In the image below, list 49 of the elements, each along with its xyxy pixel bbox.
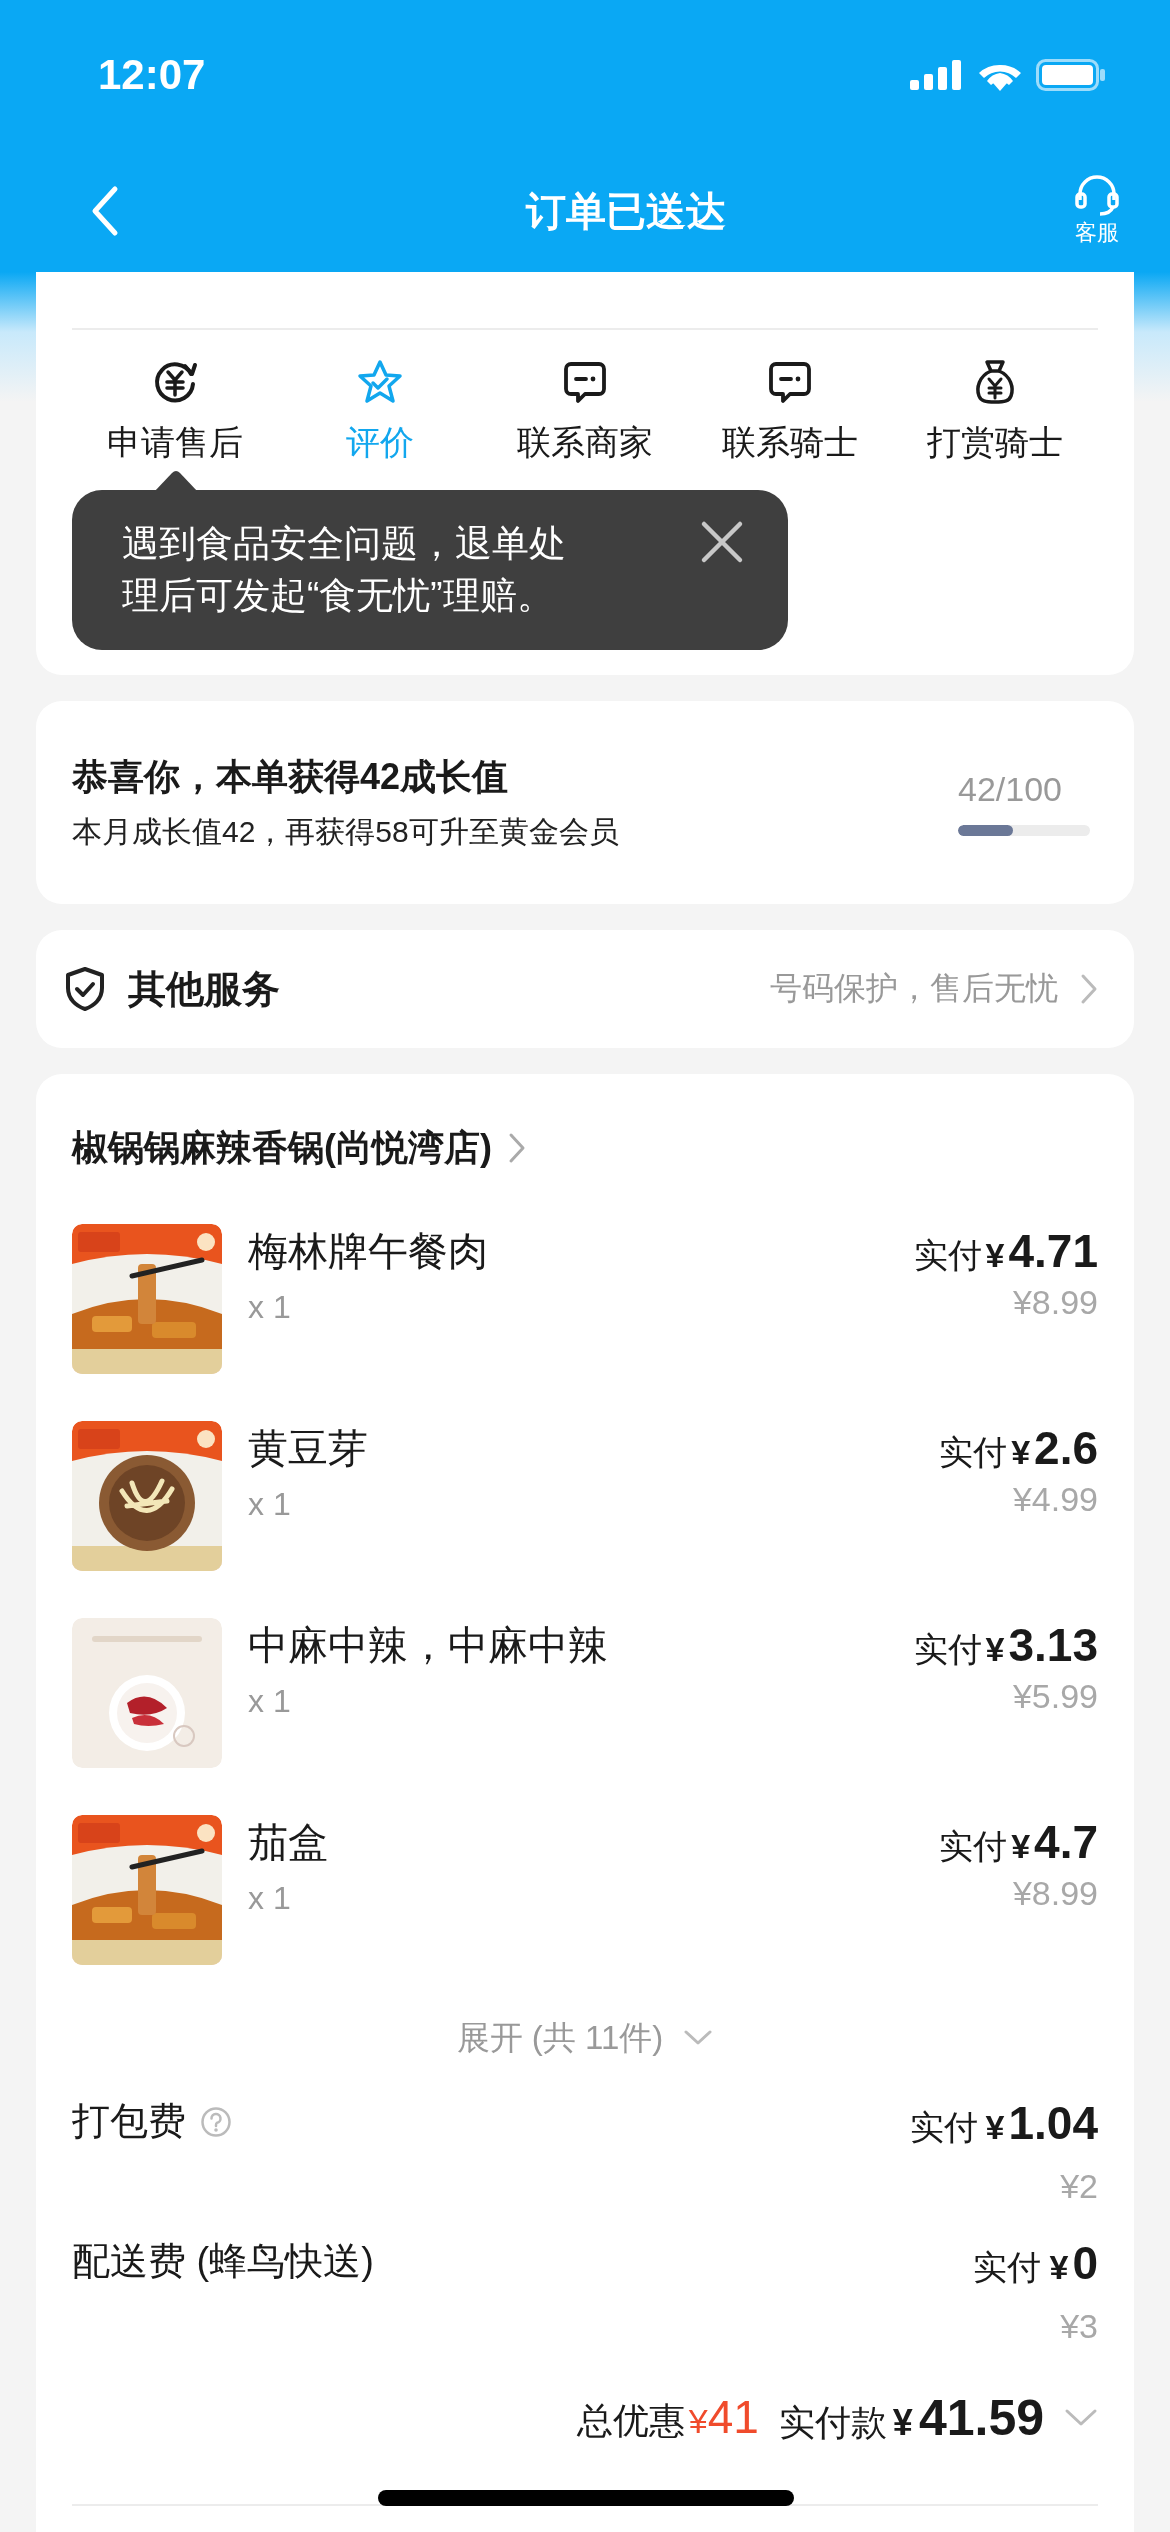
signal-icon [910, 60, 964, 90]
item-paid-price: 实付¥4.7 [939, 1815, 1098, 1870]
total-paid: 实付款 ¥41.59 [778, 2388, 1044, 2448]
growth-reading: 42/100 [958, 769, 1062, 809]
item-name: 茄盒 [248, 1819, 329, 1866]
action-button[interactable]: 联系商家 [482, 358, 688, 466]
chevron-down-icon[interactable] [1064, 2408, 1098, 2428]
star-icon [355, 358, 404, 406]
fee-original-price: ¥2 [1060, 2167, 1098, 2206]
fee-label: 配送费 (蜂鸟快送) [72, 2239, 374, 2284]
help-icon[interactable] [200, 2105, 232, 2138]
item-name: 中麻中辣，中麻中辣 [248, 1622, 609, 1669]
services-hint: 号码保护，售后无忧 [770, 969, 1058, 1008]
fee-paid-price: 实付 ¥1.04 [909, 2096, 1098, 2151]
item-original-price: ¥8.99 [1012, 1874, 1098, 1913]
chevron-down-icon [683, 2029, 714, 2047]
close-icon[interactable] [700, 520, 744, 564]
item-quantity: x 1 [248, 1683, 292, 1720]
growth-subtitle: 本月成长值42，再获得58可升至黄金会员 [72, 813, 619, 850]
store-link[interactable]: 椒锅锅麻辣香锅(尚悦湾店) [72, 1098, 526, 1198]
tooltip-text: 遇到食品安全问题，退单处 理后可发起“食无忧”理赔。 [122, 522, 566, 618]
services-row[interactable]: 其他服务 号码保护，售后无忧 [36, 930, 1134, 1048]
item-quantity: x 1 [248, 1289, 292, 1326]
page-title: 订单已送达 [526, 187, 726, 235]
chevron-right-icon [1080, 973, 1098, 1005]
battery-icon [1036, 59, 1106, 91]
item-quantity: x 1 [248, 1486, 292, 1523]
status-time: 12:07 [98, 51, 206, 99]
action-button[interactable]: 申请售后 [72, 358, 278, 466]
total-discount: 总优惠¥41 [576, 2390, 759, 2445]
item-original-price: ¥4.99 [1012, 1480, 1098, 1519]
item-name: 梅林牌午餐肉 [248, 1228, 489, 1275]
item-quantity: x 1 [248, 1880, 292, 1917]
item-paid-price: 实付¥3.13 [913, 1618, 1098, 1673]
fee-original-price: ¥3 [1060, 2307, 1098, 2346]
fee-label: 打包费 [72, 2099, 186, 2144]
fee-paid-price: 实付 ¥0 [973, 2236, 1098, 2291]
chevron-right-icon [508, 1132, 526, 1164]
growth-title: 恭喜你，本单获得42成长值 [72, 754, 510, 799]
action-button[interactable]: 打赏骑士 [892, 358, 1098, 466]
item-paid-price: 实付¥4.71 [913, 1224, 1098, 1279]
action-button[interactable]: 联系骑士 [687, 358, 893, 466]
item-original-price: ¥8.99 [1012, 1283, 1098, 1322]
item-name: 黄豆芽 [248, 1425, 369, 1472]
shield-icon [64, 966, 106, 1012]
services-title: 其他服务 [128, 966, 281, 1012]
item-paid-price: 实付¥2.6 [939, 1421, 1098, 1476]
item-original-price: ¥5.99 [1012, 1677, 1098, 1716]
back-button[interactable] [90, 185, 120, 237]
